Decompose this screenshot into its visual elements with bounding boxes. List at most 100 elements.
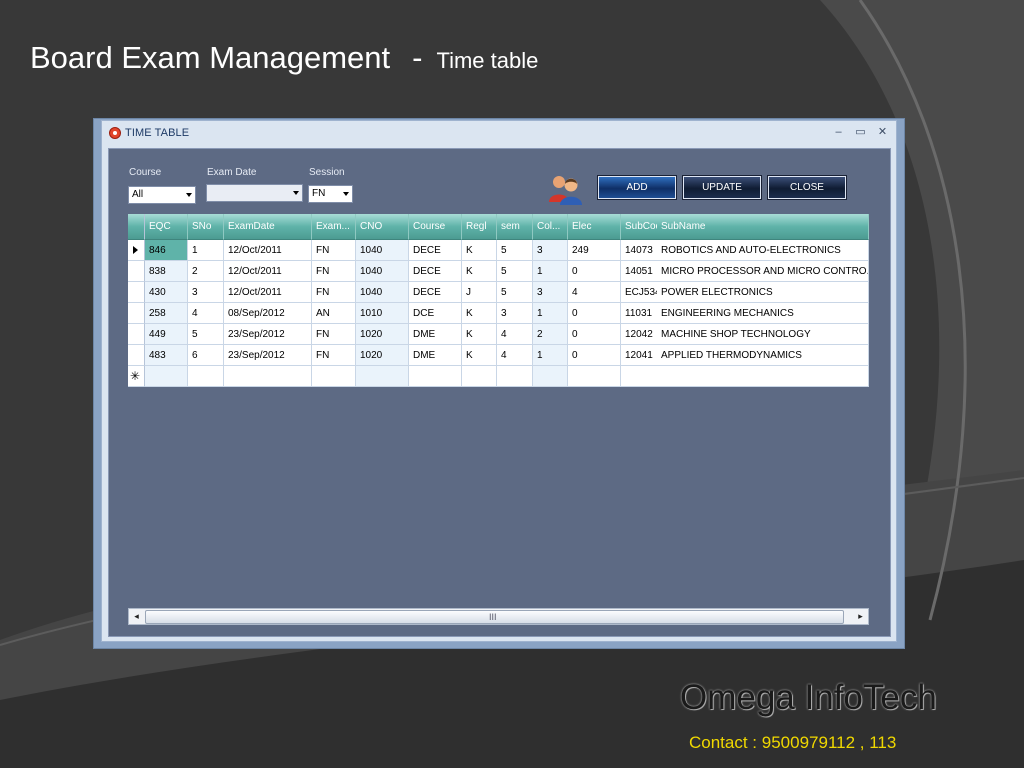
cell-eqc[interactable]: 430 <box>145 282 188 303</box>
cell-exam-date[interactable]: 12/Oct/2011 <box>224 282 312 303</box>
new-cell-subname[interactable] <box>657 366 869 387</box>
cell-sem[interactable]: 4 <box>497 324 533 345</box>
new-cell-exam-date[interactable] <box>224 366 312 387</box>
column-header-sno[interactable]: SNo <box>188 214 224 240</box>
column-header-exam-date[interactable]: ExamDate <box>224 214 312 240</box>
column-header-regl[interactable]: Regl <box>462 214 497 240</box>
cell-exam-date[interactable]: 12/Oct/2011 <box>224 240 312 261</box>
cell-col[interactable]: 3 <box>533 240 568 261</box>
maximize-button[interactable]: ▭ <box>854 126 867 139</box>
cell-exam-date[interactable]: 08/Sep/2012 <box>224 303 312 324</box>
cell-eqc[interactable]: 258 <box>145 303 188 324</box>
cell-sno[interactable]: 3 <box>188 282 224 303</box>
row-header[interactable] <box>128 324 145 345</box>
cell-col[interactable]: 3 <box>533 282 568 303</box>
cell-subname[interactable]: MICRO PROCESSOR AND MICRO CONTRO... <box>657 261 869 282</box>
session-select[interactable]: FN <box>308 185 353 203</box>
cell-course[interactable]: DECE <box>409 240 462 261</box>
column-header-subname[interactable]: SubName <box>657 214 869 240</box>
cell-elec[interactable]: 0 <box>568 324 621 345</box>
column-header-cno[interactable]: CNO <box>356 214 409 240</box>
scroll-left-arrow[interactable]: ◂ <box>129 609 144 624</box>
scrollbar-thumb[interactable]: III <box>145 610 844 624</box>
cell-regl[interactable]: K <box>462 324 497 345</box>
column-header-exam-session[interactable]: Exam... <box>312 214 356 240</box>
table-row[interactable]: 838 2 12/Oct/2011 FN 1040 DECE K 5 1 0 14051 MICRO … <box>128 261 869 282</box>
cell-sem[interactable]: 4 <box>497 345 533 366</box>
cell-sno[interactable]: 1 <box>188 240 224 261</box>
column-header-eqc[interactable]: EQC <box>145 214 188 240</box>
cell-cno[interactable]: 1020 <box>356 324 409 345</box>
cell-sem[interactable]: 5 <box>497 261 533 282</box>
cell-regl[interactable]: K <box>462 261 497 282</box>
cell-course[interactable]: DCE <box>409 303 462 324</box>
horizontal-scrollbar[interactable]: ◂ III ▸ <box>128 608 869 625</box>
new-cell-exam-session[interactable] <box>312 366 356 387</box>
course-select[interactable]: All <box>128 186 196 204</box>
row-header[interactable] <box>128 261 145 282</box>
cell-course[interactable]: DECE <box>409 282 462 303</box>
row-header[interactable] <box>128 345 145 366</box>
cell-subname[interactable]: ENGINEERING MECHANICS <box>657 303 869 324</box>
window-close-button[interactable]: ✕ <box>876 126 889 139</box>
row-header[interactable] <box>128 240 145 261</box>
close-button[interactable]: CLOSE <box>767 175 847 200</box>
scroll-right-arrow[interactable]: ▸ <box>853 609 868 624</box>
new-cell-eqc[interactable] <box>145 366 188 387</box>
cell-exam-session[interactable]: FN <box>312 282 356 303</box>
cell-sno[interactable]: 5 <box>188 324 224 345</box>
cell-subname[interactable]: MACHINE SHOP TECHNOLOGY <box>657 324 869 345</box>
cell-course[interactable]: DME <box>409 324 462 345</box>
new-cell-regl[interactable] <box>462 366 497 387</box>
cell-elec[interactable]: 0 <box>568 303 621 324</box>
new-cell-sem[interactable] <box>497 366 533 387</box>
cell-sem[interactable]: 5 <box>497 282 533 303</box>
cell-regl[interactable]: K <box>462 303 497 324</box>
cell-elec[interactable]: 4 <box>568 282 621 303</box>
cell-subname[interactable]: POWER ELECTRONICS <box>657 282 869 303</box>
add-button[interactable]: ADD <box>597 175 677 200</box>
new-cell-course[interactable] <box>409 366 462 387</box>
update-button[interactable]: UPDATE <box>682 175 762 200</box>
cell-exam-session[interactable]: FN <box>312 240 356 261</box>
cell-exam-session[interactable]: FN <box>312 324 356 345</box>
cell-col[interactable]: 1 <box>533 303 568 324</box>
cell-subname[interactable]: ROBOTICS AND AUTO-ELECTRONICS <box>657 240 869 261</box>
column-header-col[interactable]: Col... <box>533 214 568 240</box>
cell-sem[interactable]: 3 <box>497 303 533 324</box>
cell-exam-date[interactable]: 23/Sep/2012 <box>224 345 312 366</box>
new-cell-elec[interactable] <box>568 366 621 387</box>
table-row[interactable]: 483 6 23/Sep/2012 FN 1020 DME K 4 1 0 12041 APPLIED… <box>128 345 869 366</box>
cell-cno[interactable]: 1040 <box>356 261 409 282</box>
column-header-sem[interactable]: sem <box>497 214 533 240</box>
cell-regl[interactable]: K <box>462 345 497 366</box>
table-row[interactable]: 430 3 12/Oct/2011 FN 1040 DECE J 5 3 4 ECJ534 POWER… <box>128 282 869 303</box>
cell-course[interactable]: DECE <box>409 261 462 282</box>
cell-cno[interactable]: 1040 <box>356 240 409 261</box>
new-cell-cno[interactable] <box>356 366 409 387</box>
timetable-grid[interactable]: EQC SNo ExamDate Exam... CNO Course Regl sem Col… <box>128 214 869 387</box>
cell-regl[interactable]: K <box>462 240 497 261</box>
cell-exam-session[interactable]: FN <box>312 345 356 366</box>
column-header-elec[interactable]: Elec <box>568 214 621 240</box>
cell-sem[interactable]: 5 <box>497 240 533 261</box>
cell-regl[interactable]: J <box>462 282 497 303</box>
exam-date-picker[interactable] <box>206 184 303 202</box>
cell-sno[interactable]: 2 <box>188 261 224 282</box>
cell-cno[interactable]: 1040 <box>356 282 409 303</box>
cell-elec[interactable]: 0 <box>568 261 621 282</box>
table-row[interactable]: 258 4 08/Sep/2012 AN 1010 DCE K 3 1 0 11031 ENGINEE… <box>128 303 869 324</box>
cell-col[interactable]: 2 <box>533 324 568 345</box>
row-header[interactable] <box>128 282 145 303</box>
cell-exam-date[interactable]: 23/Sep/2012 <box>224 324 312 345</box>
cell-elec[interactable]: 249 <box>568 240 621 261</box>
window-titlebar[interactable]: TIME TABLE – ▭ ✕ <box>102 121 896 147</box>
cell-eqc[interactable]: 846 <box>145 240 188 261</box>
column-header-course[interactable]: Course <box>409 214 462 240</box>
new-row[interactable]: ✳ <box>128 366 869 387</box>
cell-eqc[interactable]: 449 <box>145 324 188 345</box>
new-cell-sno[interactable] <box>188 366 224 387</box>
cell-course[interactable]: DME <box>409 345 462 366</box>
cell-sno[interactable]: 4 <box>188 303 224 324</box>
new-row-header[interactable]: ✳ <box>128 366 145 387</box>
